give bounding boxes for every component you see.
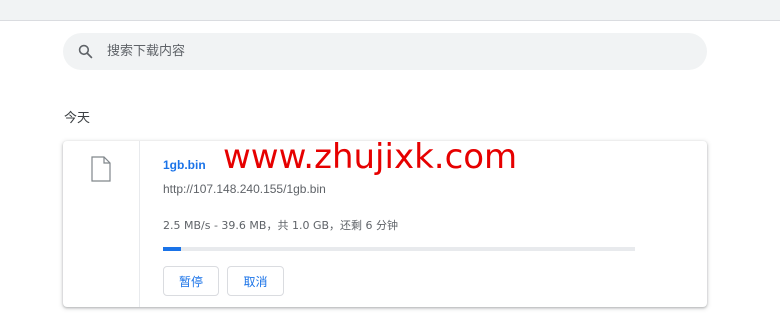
file-icon <box>91 156 111 182</box>
search-bar[interactable] <box>63 33 707 70</box>
pause-button[interactable]: 暂停 <box>163 266 219 296</box>
card-divider <box>139 141 140 307</box>
file-url: http://107.148.240.155/1gb.bin <box>163 182 326 196</box>
download-status: 2.5 MB/s - 39.6 MB，共 1.0 GB，还剩 6 分钟 <box>163 219 399 232</box>
search-icon[interactable] <box>76 42 95 61</box>
cancel-button[interactable]: 取消 <box>227 266 284 296</box>
progress-bar <box>163 247 635 251</box>
progress-fill <box>163 247 182 251</box>
search-input[interactable] <box>107 33 687 70</box>
file-name-link[interactable]: 1gb.bin <box>163 158 206 172</box>
date-heading: 今天 <box>64 111 91 126</box>
top-toolbar <box>0 0 780 21</box>
watermark-text: www.zhujixk.com <box>223 137 518 177</box>
